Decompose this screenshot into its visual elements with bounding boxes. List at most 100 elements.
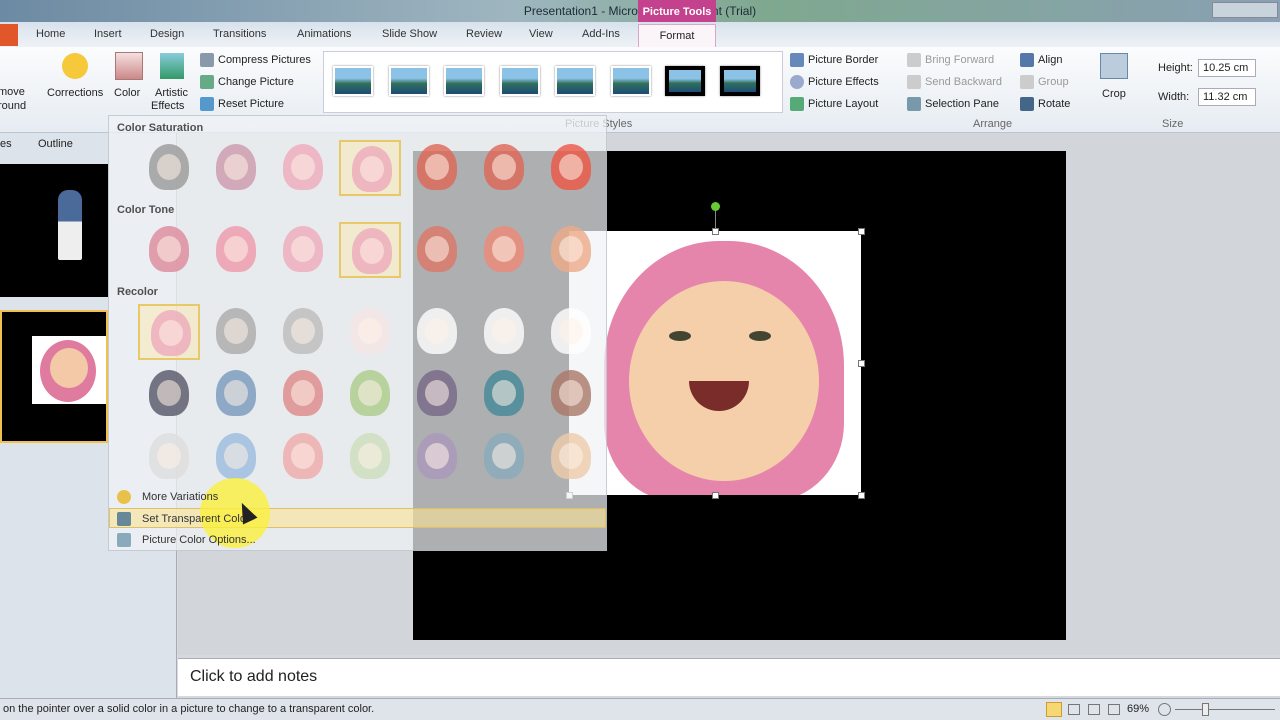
- corrections-button[interactable]: Corrections: [47, 87, 103, 99]
- window-controls[interactable]: [1212, 2, 1278, 18]
- resize-handle[interactable]: [712, 492, 719, 499]
- tab-animations[interactable]: Animations: [297, 28, 351, 40]
- style-thumb[interactable]: [500, 66, 540, 96]
- color-option[interactable]: [406, 222, 468, 278]
- tab-design[interactable]: Design: [150, 28, 184, 40]
- picture-styles-gallery[interactable]: [323, 51, 783, 113]
- zoom-out-button[interactable]: [1158, 703, 1171, 716]
- picture-border-button[interactable]: Picture Border: [808, 54, 878, 66]
- width-input[interactable]: 11.32 cm: [1198, 88, 1256, 106]
- set-transparent-color-item[interactable]: Set Transparent Color: [142, 513, 250, 525]
- zoom-level[interactable]: 69%: [1127, 703, 1149, 715]
- reading-view-button[interactable]: [1088, 704, 1100, 715]
- section-recolor: Recolor: [117, 286, 158, 298]
- color-option[interactable]: [339, 222, 401, 278]
- slide-thumbnail-2[interactable]: [0, 310, 108, 443]
- color-option[interactable]: [138, 222, 200, 278]
- tab-format[interactable]: Format: [638, 24, 716, 48]
- color-option[interactable]: [473, 140, 535, 196]
- tab-view[interactable]: View: [529, 28, 553, 40]
- tab-home[interactable]: Home: [36, 28, 65, 40]
- slide-show-button[interactable]: [1108, 704, 1120, 715]
- tab-slide-show[interactable]: Slide Show: [382, 28, 437, 40]
- crop-button[interactable]: Crop: [1102, 88, 1126, 100]
- color-option[interactable]: [205, 304, 267, 360]
- color-option[interactable]: [473, 304, 535, 360]
- tab-add-ins[interactable]: Add-Ins: [582, 28, 620, 40]
- file-tab[interactable]: [0, 24, 18, 46]
- resize-handle[interactable]: [858, 228, 865, 235]
- zoom-slider[interactable]: [1175, 709, 1275, 710]
- color-option[interactable]: [540, 366, 602, 422]
- tab-outline[interactable]: Outline: [38, 138, 73, 150]
- rotate-button[interactable]: Rotate: [1038, 98, 1070, 110]
- color-option[interactable]: [406, 366, 468, 422]
- color-option[interactable]: [272, 304, 334, 360]
- color-option[interactable]: [205, 222, 267, 278]
- color-option[interactable]: [339, 140, 401, 196]
- color-option[interactable]: [473, 222, 535, 278]
- style-thumb[interactable]: [720, 66, 760, 96]
- send-backward-button[interactable]: Send Backward: [925, 76, 1002, 88]
- color-option[interactable]: [272, 140, 334, 196]
- style-thumb[interactable]: [333, 66, 373, 96]
- picture-effects-button[interactable]: Picture Effects: [808, 76, 879, 88]
- normal-view-button[interactable]: [1046, 702, 1062, 717]
- resize-handle[interactable]: [712, 228, 719, 235]
- style-thumb[interactable]: [555, 66, 595, 96]
- color-option[interactable]: [205, 429, 267, 485]
- group-button[interactable]: Group: [1038, 76, 1069, 88]
- color-option[interactable]: [138, 140, 200, 196]
- tab-review[interactable]: Review: [466, 28, 502, 40]
- style-thumb[interactable]: [389, 66, 429, 96]
- section-color-saturation: Color Saturation: [117, 122, 204, 134]
- color-option[interactable]: [205, 366, 267, 422]
- color-option[interactable]: [138, 304, 200, 360]
- style-thumb[interactable]: [444, 66, 484, 96]
- artistic-effects-button[interactable]: Artistic: [155, 87, 188, 99]
- resize-handle[interactable]: [858, 492, 865, 499]
- remove-background-button[interactable]: move: [0, 86, 25, 98]
- color-option[interactable]: [138, 429, 200, 485]
- color-option[interactable]: [473, 366, 535, 422]
- picture-layout-button[interactable]: Picture Layout: [808, 98, 878, 110]
- baby-photo[interactable]: [569, 231, 861, 495]
- more-variations-item[interactable]: More Variations: [142, 491, 218, 503]
- bring-forward-button[interactable]: Bring Forward: [925, 54, 994, 66]
- picture-color-options-item[interactable]: Picture Color Options...: [142, 534, 256, 546]
- rotation-handle[interactable]: [711, 202, 720, 211]
- color-option[interactable]: [272, 222, 334, 278]
- color-option[interactable]: [272, 366, 334, 422]
- zoom-slider-thumb[interactable]: [1202, 703, 1209, 716]
- slide-sorter-button[interactable]: [1068, 704, 1080, 715]
- style-thumb[interactable]: [611, 66, 651, 96]
- resize-handle[interactable]: [858, 360, 865, 367]
- compress-pictures-button[interactable]: Compress Pictures: [218, 54, 311, 66]
- tab-slides[interactable]: es: [0, 138, 12, 150]
- color-option[interactable]: [406, 304, 468, 360]
- color-option[interactable]: [540, 304, 602, 360]
- reset-picture-button[interactable]: Reset Picture: [218, 98, 284, 110]
- change-picture-button[interactable]: Change Picture: [218, 76, 294, 88]
- color-option[interactable]: [540, 140, 602, 196]
- selection-pane-button[interactable]: Selection Pane: [925, 98, 999, 110]
- color-option[interactable]: [272, 429, 334, 485]
- style-thumb[interactable]: [665, 66, 705, 96]
- color-option[interactable]: [339, 304, 401, 360]
- color-option[interactable]: [540, 429, 602, 485]
- tab-insert[interactable]: Insert: [94, 28, 122, 40]
- notes-pane[interactable]: Click to add notes: [178, 658, 1280, 696]
- color-option[interactable]: [205, 140, 267, 196]
- tab-transitions[interactable]: Transitions: [213, 28, 266, 40]
- color-option[interactable]: [406, 140, 468, 196]
- color-button[interactable]: Color: [114, 87, 140, 99]
- color-option[interactable]: [339, 366, 401, 422]
- slide-thumbnail-1[interactable]: [0, 164, 108, 297]
- align-button[interactable]: Align: [1038, 54, 1062, 66]
- height-input[interactable]: 10.25 cm: [1198, 59, 1256, 77]
- color-option[interactable]: [406, 429, 468, 485]
- color-option[interactable]: [540, 222, 602, 278]
- color-option[interactable]: [473, 429, 535, 485]
- color-option[interactable]: [339, 429, 401, 485]
- color-option[interactable]: [138, 366, 200, 422]
